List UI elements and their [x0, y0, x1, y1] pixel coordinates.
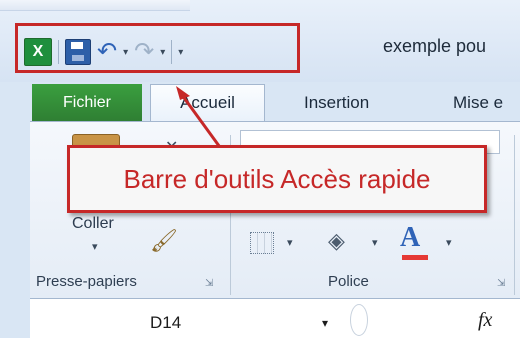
font-launcher-icon[interactable]: ⇲ — [497, 278, 505, 289]
fill-color-dropdown-icon[interactable]: ▾ — [372, 236, 378, 249]
qat-highlight-frame — [15, 23, 300, 73]
tab-file[interactable]: Fichier — [32, 84, 142, 121]
callout-box: Barre d'outils Accès rapide — [67, 145, 487, 213]
group-label-clipboard: Presse-papiers — [36, 273, 137, 290]
group-label-font: Police — [328, 273, 369, 290]
paste-dropdown-icon[interactable]: ▾ — [92, 240, 98, 253]
name-box[interactable]: D14 — [150, 313, 181, 333]
name-box-dropdown-icon[interactable]: ▾ — [322, 316, 328, 330]
insert-function-icon[interactable]: fx — [478, 309, 492, 332]
clipboard-launcher-icon[interactable]: ⇲ — [205, 278, 213, 289]
formula-bar-separator — [350, 304, 368, 336]
formula-bar — [30, 298, 520, 338]
borders-icon[interactable] — [250, 232, 274, 254]
tab-home[interactable]: Accueil — [150, 84, 265, 121]
callout-text: Barre d'outils Accès rapide — [123, 163, 431, 194]
font-color-dropdown-icon[interactable]: ▾ — [446, 236, 452, 249]
tab-insert[interactable]: Insertion — [304, 84, 369, 121]
borders-dropdown-icon[interactable]: ▾ — [287, 236, 293, 249]
format-painter-icon[interactable]: 🖌 — [150, 228, 178, 254]
fill-color-icon[interactable]: ◈ — [328, 228, 345, 254]
title-bar-top-edge — [0, 0, 190, 11]
paste-button[interactable]: Coller — [72, 215, 114, 233]
group-separator — [514, 135, 515, 295]
font-color-icon[interactable]: A — [400, 222, 420, 254]
font-color-swatch — [402, 255, 428, 260]
tab-page-layout[interactable]: Mise e — [453, 84, 503, 121]
window-title: exemple pou — [383, 36, 487, 56]
